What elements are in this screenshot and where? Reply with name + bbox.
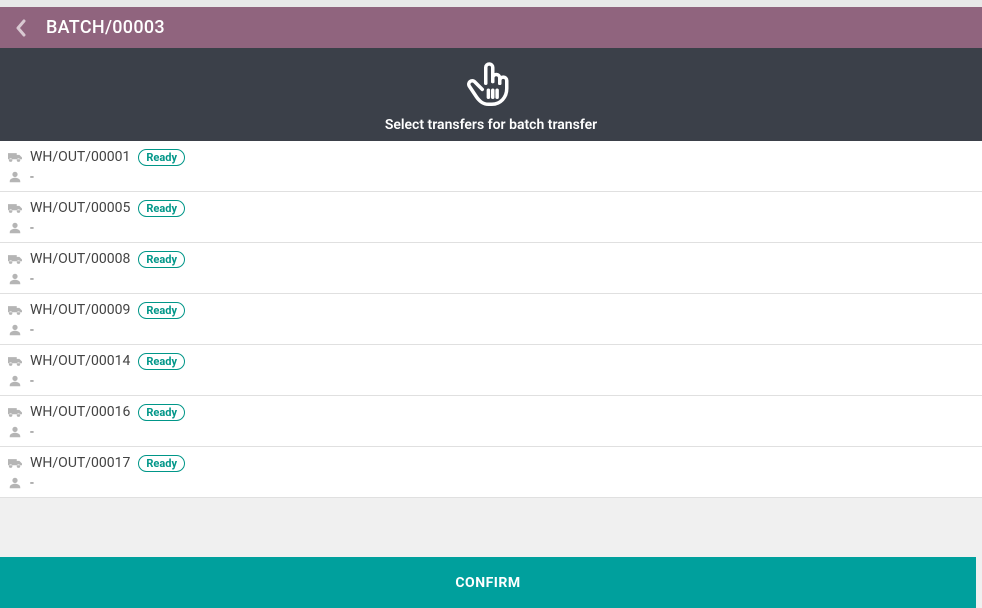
user-icon <box>8 171 22 183</box>
transfer-name: WH/OUT/00008 <box>30 251 130 267</box>
window-chrome-strip <box>0 0 982 7</box>
user-icon <box>8 222 22 234</box>
transfer-list: WH/OUT/00001 Ready - WH/OUT/00005 Ready … <box>0 141 982 498</box>
back-button[interactable] <box>10 17 32 39</box>
user-icon <box>8 477 22 489</box>
confirm-label: CONFIRM <box>455 575 520 591</box>
status-badge: Ready <box>138 353 185 370</box>
truck-icon <box>8 458 22 469</box>
transfer-row[interactable]: WH/OUT/00009 Ready - <box>0 294 982 345</box>
title-bar: BATCH/00003 <box>0 7 982 48</box>
truck-icon <box>8 254 22 265</box>
hand-pointer-icon <box>463 57 519 113</box>
transfer-row[interactable]: WH/OUT/00016 Ready - <box>0 396 982 447</box>
status-badge: Ready <box>138 251 185 268</box>
responsible-value: - <box>30 271 34 287</box>
transfer-name: WH/OUT/00009 <box>30 302 130 318</box>
truck-icon <box>8 407 22 418</box>
responsible-value: - <box>30 322 34 338</box>
transfer-name: WH/OUT/00016 <box>30 404 130 420</box>
status-badge: Ready <box>138 302 185 319</box>
status-badge: Ready <box>138 455 185 472</box>
truck-icon <box>8 305 22 316</box>
transfer-row[interactable]: WH/OUT/00014 Ready - <box>0 345 982 396</box>
main-scroll[interactable]: Select transfers for batch transfer WH/O… <box>0 48 982 608</box>
truck-icon <box>8 152 22 163</box>
transfer-name: WH/OUT/00017 <box>30 455 130 471</box>
truck-icon <box>8 203 22 214</box>
user-icon <box>8 426 22 438</box>
responsible-value: - <box>30 169 34 185</box>
transfer-name: WH/OUT/00001 <box>30 149 130 165</box>
truck-icon <box>8 356 22 367</box>
transfer-row[interactable]: WH/OUT/00005 Ready - <box>0 192 982 243</box>
page-title: BATCH/00003 <box>46 17 165 38</box>
instruction-banner: Select transfers for batch transfer <box>0 48 982 141</box>
user-icon <box>8 375 22 387</box>
responsible-value: - <box>30 373 34 389</box>
user-icon <box>8 324 22 336</box>
responsible-value: - <box>30 424 34 440</box>
transfer-row[interactable]: WH/OUT/00017 Ready - <box>0 447 982 498</box>
responsible-value: - <box>30 220 34 236</box>
status-badge: Ready <box>138 149 185 166</box>
responsible-value: - <box>30 475 34 491</box>
status-badge: Ready <box>138 404 185 421</box>
chevron-left-icon <box>14 19 28 37</box>
transfer-row[interactable]: WH/OUT/00008 Ready - <box>0 243 982 294</box>
transfer-name: WH/OUT/00014 <box>30 353 130 369</box>
user-icon <box>8 273 22 285</box>
instruction-text: Select transfers for batch transfer <box>385 117 597 133</box>
confirm-button[interactable]: CONFIRM <box>0 557 976 608</box>
status-badge: Ready <box>138 200 185 217</box>
transfer-row[interactable]: WH/OUT/00001 Ready - <box>0 141 982 192</box>
transfer-name: WH/OUT/00005 <box>30 200 130 216</box>
